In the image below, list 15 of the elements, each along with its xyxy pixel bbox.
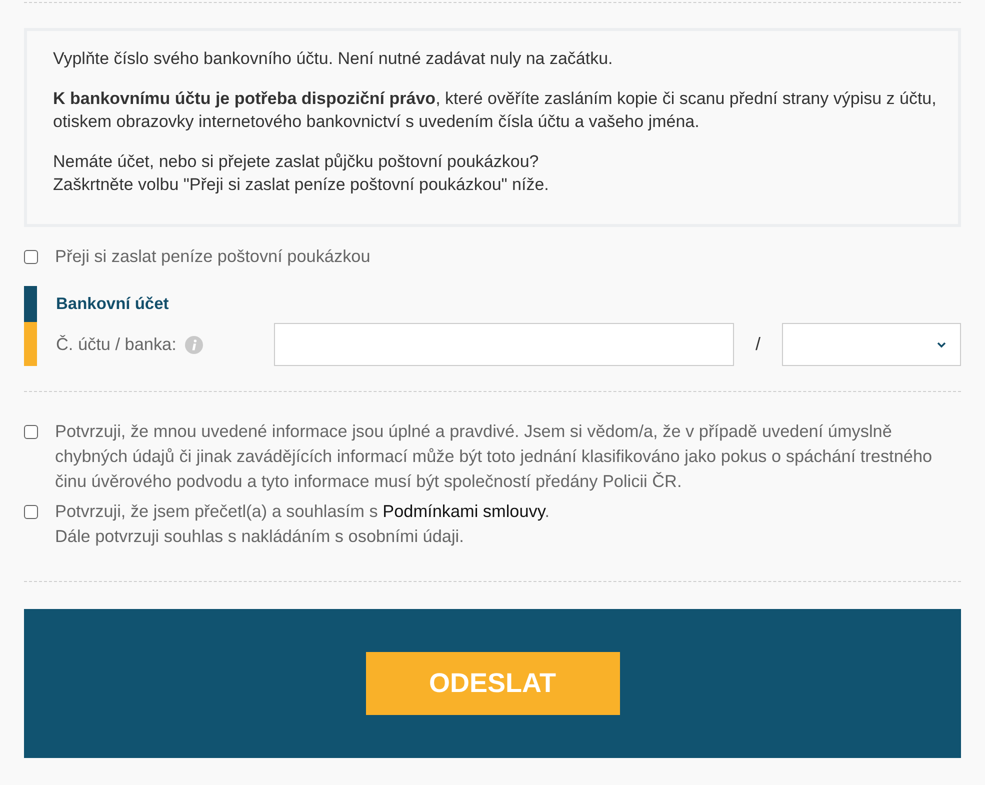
separator-text: / — [755, 334, 760, 355]
checkbox[interactable] — [24, 250, 38, 264]
info-text: Nemáte účet, nebo si přejete zaslat půjčku poštovní poukázkou? Zaškrtněte volbu "Přeji si zaslat peníze poštovní poukázkou" níže. — [53, 151, 550, 196]
checkbox-label: Přeji si zaslat peníze poštovní poukázkou — [55, 245, 370, 268]
info-text: K bankovnímu účtu je potřeba dispoziční právo, které ověříte zasláním kopie či scanu přední strany výpisu z účtu, otiskem obrazovky internetového bankovnictví s uvedením čísla účtu a vašeho jména. — [53, 88, 938, 133]
field-label: Č. účtu / banka: — [56, 334, 176, 355]
info-text: Vyplňte číslo svého bankovního účtu. Není nutné zadávat nuly na začátku. — [53, 48, 614, 70]
chevron-down-icon — [937, 342, 946, 348]
section-title: Bankovní účet — [56, 294, 169, 314]
terms-link[interactable]: Podmínkami smlouvy — [382, 501, 545, 521]
consent-text: Potvrzuji, že mnou uvedené informace jsou úplné a pravdivé. Jsem si vědom/a, že v případě uvedení úmyslně chybných údajů či jinak zavádějících informací může být toto jednání klasifikováno jako pokus o spáchání trestného činu úvěrového podvodu a tyto informace musí být společností předány Policii ČR. — [55, 420, 934, 493]
account-number-input[interactable] — [274, 323, 734, 366]
consent-text: Potvrzuji, že jsem přečetl(a) a souhlasím s Podmínkami smlouvy. Dále potvrzuji souhlas s nakládáním s osobními údaji. — [55, 500, 550, 548]
checkbox[interactable] — [24, 424, 38, 438]
checkbox[interactable] — [24, 504, 38, 518]
